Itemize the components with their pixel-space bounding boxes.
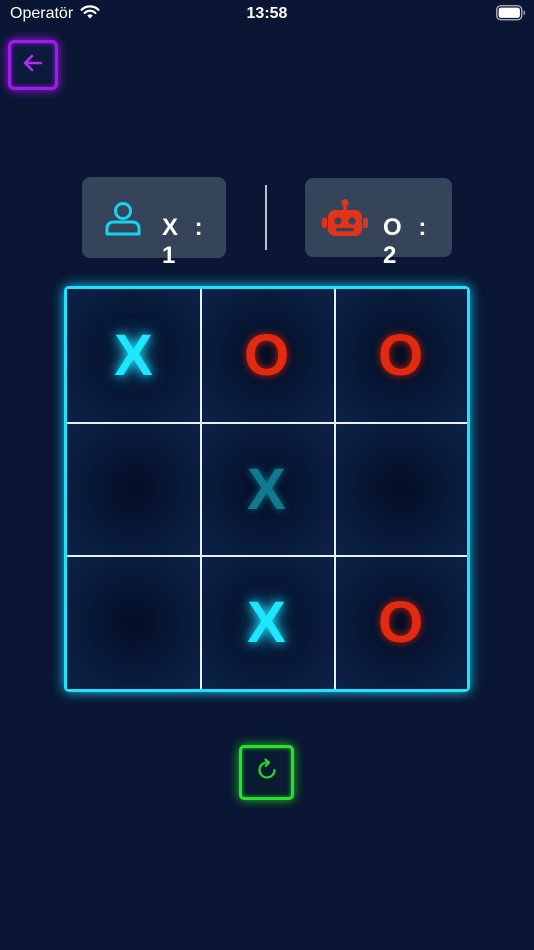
board-cell-3[interactable]: O: [334, 289, 467, 422]
refresh-icon: [254, 757, 280, 788]
grid-line-horizontal-2: [67, 555, 467, 557]
grid-line-horizontal-1: [67, 422, 467, 424]
board-cell-5[interactable]: X: [200, 423, 333, 556]
board-cell-2[interactable]: O: [200, 289, 333, 422]
grid-line-vertical-1: [200, 289, 202, 689]
back-button[interactable]: [8, 40, 58, 90]
board-cell-9[interactable]: O: [334, 556, 467, 689]
board-cell-6[interactable]: [334, 423, 467, 556]
player-score: X : 1: [162, 214, 208, 269]
board-cell-7[interactable]: [67, 556, 200, 689]
game-board: X O O X X O: [64, 286, 470, 692]
arrow-left-icon: [20, 50, 46, 81]
robot-score: O : 2: [383, 214, 432, 269]
grid-line-vertical-2: [334, 289, 336, 689]
board-cell-4[interactable]: [67, 423, 200, 556]
robot-icon: [321, 198, 369, 245]
board-cell-1[interactable]: X: [67, 289, 200, 422]
clock: 13:58: [246, 5, 288, 22]
restart-button[interactable]: [239, 745, 294, 800]
battery-icon: [496, 5, 526, 26]
robot-score-card: O : 2: [305, 178, 452, 269]
player-score-card: X : 1: [82, 177, 226, 269]
board-cell-8[interactable]: X: [200, 556, 333, 689]
person-icon: [104, 201, 142, 242]
score-divider: [265, 185, 267, 250]
status-bar: Operatör 13:58: [0, 0, 534, 30]
